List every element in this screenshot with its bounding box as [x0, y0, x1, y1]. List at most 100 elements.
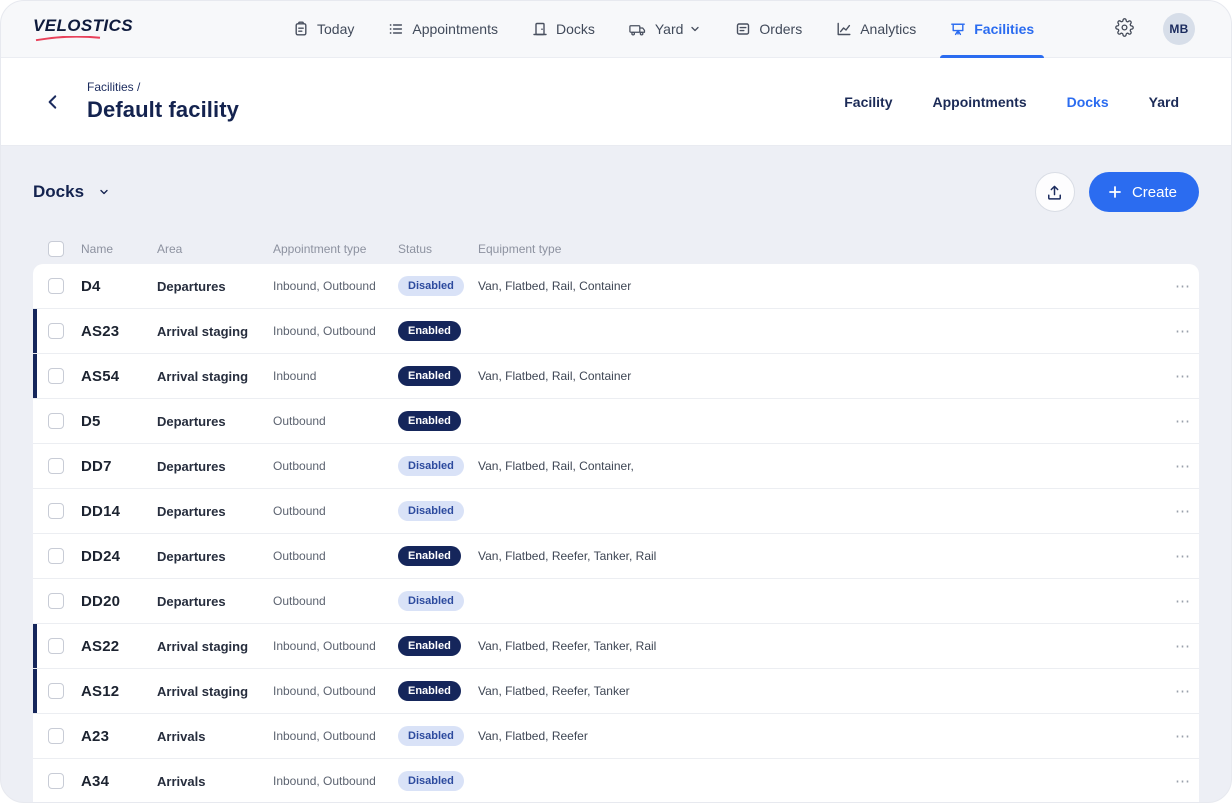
dock-appointment-type: Outbound	[273, 414, 398, 428]
dock-area: Departures	[157, 594, 273, 609]
brand-logo: VELOSTICS	[33, 17, 133, 42]
tab-facility[interactable]: Facility	[844, 94, 892, 110]
dock-name: DD20	[81, 593, 157, 610]
app-window: VELOSTICS Today Appointments Docks Yard …	[0, 0, 1232, 803]
status-badge: Enabled	[398, 366, 461, 386]
row-checkbox[interactable]	[48, 413, 64, 429]
row-checkbox[interactable]	[48, 683, 64, 699]
column-header-area: Area	[157, 242, 273, 256]
nav-item-label: Facilities	[974, 21, 1034, 37]
row-actions-button[interactable]: ⋯	[1175, 594, 1199, 609]
row-checkbox[interactable]	[48, 548, 64, 564]
row-checkbox[interactable]	[48, 458, 64, 474]
dock-area: Arrival staging	[157, 684, 273, 699]
export-button[interactable]	[1035, 172, 1075, 212]
row-actions-button[interactable]: ⋯	[1175, 369, 1199, 384]
chevron-down-icon	[98, 186, 110, 198]
status-badge: Enabled	[398, 546, 461, 566]
docks-table: D4 Departures Inbound, Outbound Disabled…	[33, 264, 1199, 802]
dock-appointment-type: Outbound	[273, 594, 398, 608]
row-actions-button[interactable]: ⋯	[1175, 549, 1199, 564]
row-actions-button[interactable]: ⋯	[1175, 459, 1199, 474]
dock-area: Arrivals	[157, 774, 273, 789]
table-row[interactable]: DD20 Departures Outbound Disabled ⋯	[33, 579, 1199, 624]
list-icon	[388, 21, 404, 37]
dock-appointment-type: Outbound	[273, 504, 398, 518]
dock-area: Departures	[157, 279, 273, 294]
avatar[interactable]: MB	[1163, 13, 1195, 45]
nav-item-analytics[interactable]: Analytics	[836, 1, 916, 58]
dock-equipment-type: Van, Flatbed, Reefer	[478, 729, 1163, 743]
row-checkbox[interactable]	[48, 728, 64, 744]
table-row[interactable]: DD14 Departures Outbound Disabled ⋯	[33, 489, 1199, 534]
nav-item-appointments[interactable]: Appointments	[388, 1, 498, 58]
nav-item-today[interactable]: Today	[293, 1, 354, 58]
row-actions-button[interactable]: ⋯	[1175, 774, 1199, 789]
nav-item-yard[interactable]: Yard	[629, 1, 702, 58]
row-actions-button[interactable]: ⋯	[1175, 279, 1199, 294]
clipboard-icon	[293, 21, 309, 37]
row-actions-button[interactable]: ⋯	[1175, 414, 1199, 429]
chevron-down-icon	[689, 23, 701, 35]
dock-appointment-type: Inbound, Outbound	[273, 774, 398, 788]
row-checkbox[interactable]	[48, 773, 64, 789]
upload-icon	[1046, 184, 1063, 201]
settings-button[interactable]	[1109, 14, 1139, 44]
row-actions-button[interactable]: ⋯	[1175, 729, 1199, 744]
select-all-checkbox[interactable]	[48, 241, 64, 257]
table-header: Name Area Appointment type Status Equipm…	[33, 234, 1199, 264]
row-checkbox[interactable]	[48, 278, 64, 294]
nav-item-label: Appointments	[412, 21, 498, 37]
table-row[interactable]: D4 Departures Inbound, Outbound Disabled…	[33, 264, 1199, 309]
tab-appointments[interactable]: Appointments	[933, 94, 1027, 110]
dock-equipment-type: Van, Flatbed, Reefer, Tanker	[478, 684, 1163, 698]
table-row[interactable]: AS22 Arrival staging Inbound, Outbound E…	[33, 624, 1199, 669]
dock-equipment-type: Van, Flatbed, Reefer, Tanker, Rail	[478, 549, 1163, 563]
table-row[interactable]: DD7 Departures Outbound Disabled Van, Fl…	[33, 444, 1199, 489]
table-row[interactable]: A34 Arrivals Inbound, Outbound Disabled …	[33, 759, 1199, 802]
section-dropdown[interactable]: Docks	[33, 182, 110, 202]
dock-appointment-type: Inbound, Outbound	[273, 639, 398, 653]
truck-icon	[629, 22, 647, 37]
row-checkbox[interactable]	[48, 323, 64, 339]
table-row[interactable]: AS54 Arrival staging Inbound Enabled Van…	[33, 354, 1199, 399]
dock-area: Departures	[157, 504, 273, 519]
nav-item-label: Docks	[556, 21, 595, 37]
row-actions-button[interactable]: ⋯	[1175, 504, 1199, 519]
dock-name: D4	[81, 278, 157, 295]
dock-name: A34	[81, 773, 157, 790]
table-row[interactable]: AS23 Arrival staging Inbound, Outbound E…	[33, 309, 1199, 354]
dock-area: Arrival staging	[157, 369, 273, 384]
create-button-label: Create	[1132, 184, 1177, 201]
toolbar-actions: Create	[1035, 172, 1199, 212]
tab-yard[interactable]: Yard	[1149, 94, 1179, 110]
row-actions-button[interactable]: ⋯	[1175, 684, 1199, 699]
back-button[interactable]	[39, 88, 67, 116]
table-row[interactable]: AS12 Arrival staging Inbound, Outbound E…	[33, 669, 1199, 714]
tab-docks[interactable]: Docks	[1067, 94, 1109, 110]
orders-icon	[735, 21, 751, 37]
row-checkbox[interactable]	[48, 593, 64, 609]
table-row[interactable]: A23 Arrivals Inbound, Outbound Disabled …	[33, 714, 1199, 759]
breadcrumb[interactable]: Facilities /	[87, 80, 239, 94]
nav-item-docks[interactable]: Docks	[532, 1, 595, 58]
row-checkbox[interactable]	[48, 638, 64, 654]
nav-item-facilities[interactable]: Facilities	[950, 1, 1034, 58]
page-header: Facilities / Default facility Facility A…	[1, 58, 1231, 146]
page-title: Default facility	[87, 97, 239, 123]
row-checkbox[interactable]	[48, 368, 64, 384]
dock-appointment-type: Outbound	[273, 459, 398, 473]
dock-equipment-type: Van, Flatbed, Rail, Container,	[478, 459, 1163, 473]
table-row[interactable]: D5 Departures Outbound Enabled ⋯	[33, 399, 1199, 444]
table-row[interactable]: DD24 Departures Outbound Enabled Van, Fl…	[33, 534, 1199, 579]
row-actions-button[interactable]: ⋯	[1175, 324, 1199, 339]
nav-item-orders[interactable]: Orders	[735, 1, 802, 58]
column-header-appointment-type: Appointment type	[273, 242, 398, 256]
dock-appointment-type: Inbound, Outbound	[273, 279, 398, 293]
create-button[interactable]: Create	[1089, 172, 1199, 212]
dock-appointment-type: Inbound, Outbound	[273, 729, 398, 743]
row-actions-button[interactable]: ⋯	[1175, 639, 1199, 654]
status-badge: Disabled	[398, 456, 464, 476]
dock-area: Departures	[157, 414, 273, 429]
row-checkbox[interactable]	[48, 503, 64, 519]
